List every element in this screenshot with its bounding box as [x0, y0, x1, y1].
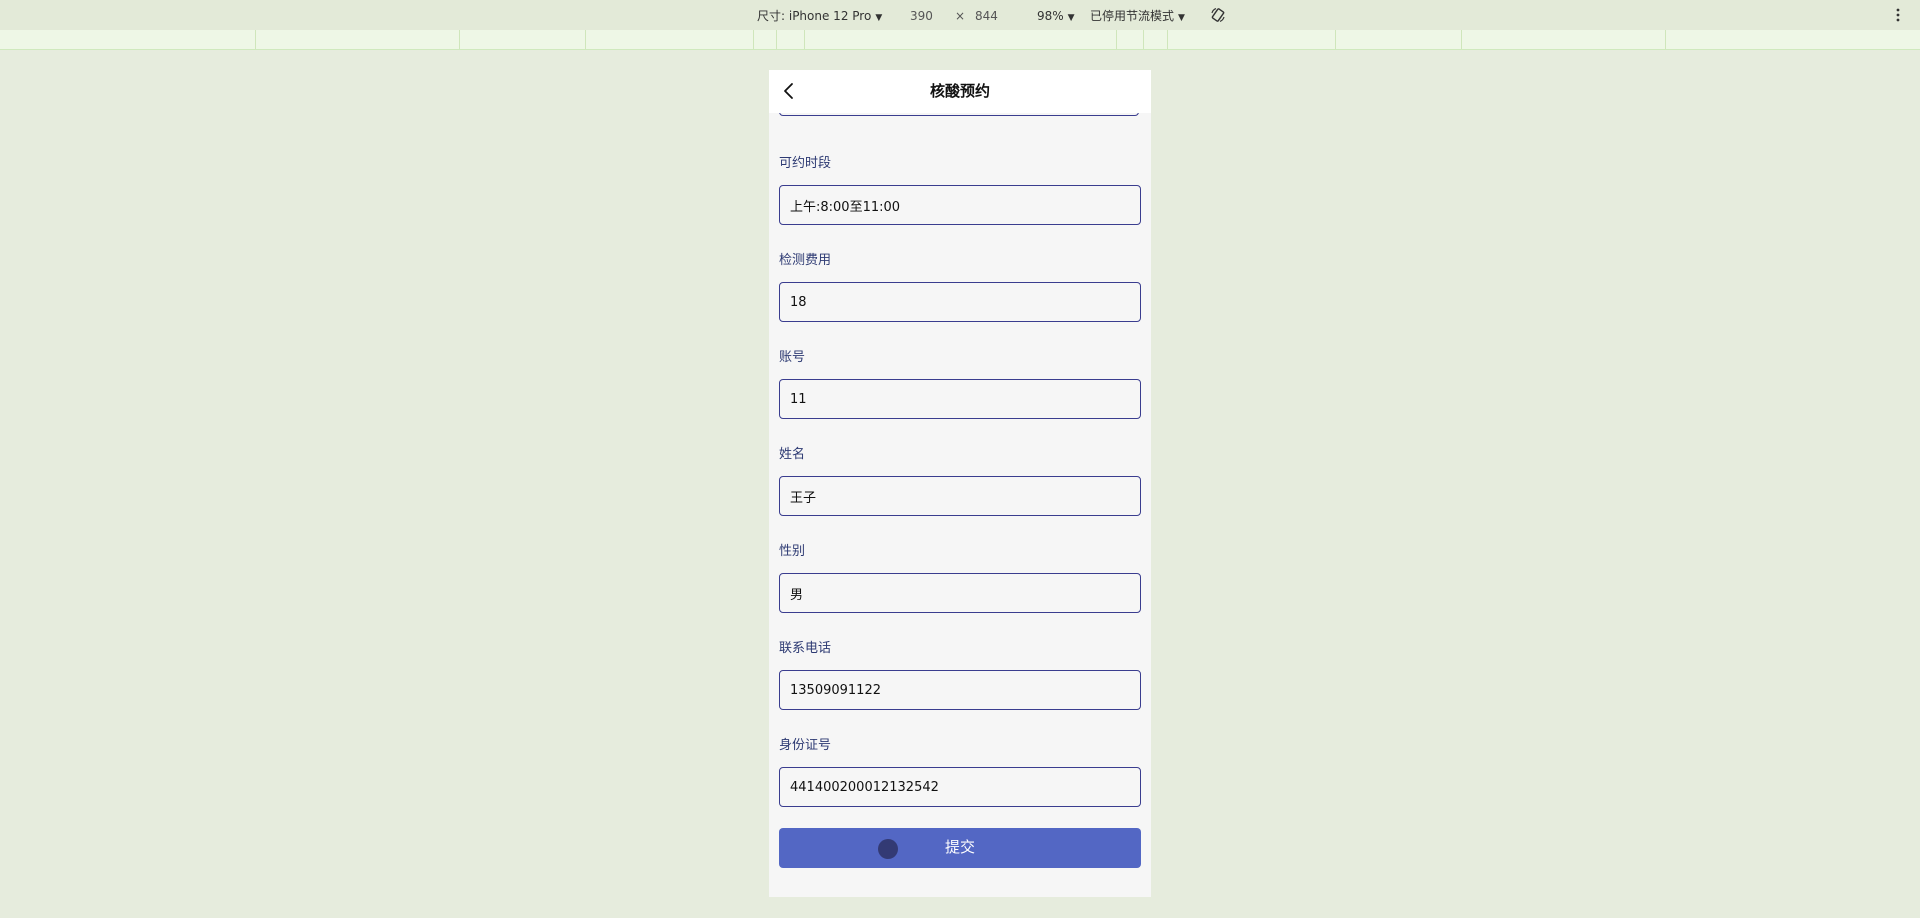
- rotate-icon[interactable]: [1210, 7, 1226, 23]
- ruler-mark: [1665, 30, 1666, 49]
- field-label-time-slot: 可约时段: [779, 156, 832, 171]
- field-label-gender: 性别: [779, 544, 806, 559]
- height-field[interactable]: 844: [975, 8, 998, 24]
- field-label-id-number: 身份证号: [779, 738, 832, 753]
- caret-down-icon: ▼: [1067, 13, 1075, 23]
- zoom-select[interactable]: 98% ▼: [1037, 8, 1075, 26]
- ruler-mark: [255, 30, 256, 49]
- more-options-icon[interactable]: [1896, 7, 1900, 23]
- account-input[interactable]: [779, 379, 1141, 419]
- field-label-phone: 联系电话: [779, 641, 832, 656]
- device-viewport: 核酸预约 可约时段 检测费用 账号 姓名 性别 联系电话 身份证号 提交: [769, 70, 1151, 897]
- time-slot-input[interactable]: [779, 185, 1141, 225]
- width-field[interactable]: 390: [910, 8, 933, 24]
- fee-input[interactable]: [779, 282, 1141, 322]
- times-symbol: ×: [955, 9, 966, 23]
- ruler-mark: [776, 30, 777, 49]
- throttle-select[interactable]: 已停用节流模式 ▼: [1090, 8, 1185, 26]
- field-label-name: 姓名: [779, 447, 806, 462]
- zoom-label: 98%: [1037, 9, 1064, 23]
- ruler-mark: [1143, 30, 1144, 49]
- media-query-ruler[interactable]: [0, 30, 1920, 50]
- throttle-label: 已停用节流模式: [1090, 9, 1175, 23]
- page-title: 核酸预约: [929, 82, 990, 100]
- gender-input[interactable]: [779, 573, 1141, 613]
- field-label-fee: 检测费用: [779, 253, 832, 268]
- caret-down-icon: ▼: [1178, 13, 1185, 23]
- ruler-mark: [1335, 30, 1336, 49]
- ruler-mark: [585, 30, 586, 49]
- phone-input[interactable]: [779, 670, 1141, 710]
- nav-bar: 核酸预约: [769, 70, 1151, 113]
- ruler-mark: [459, 30, 460, 49]
- ruler-mark: [1461, 30, 1462, 49]
- ruler-mark: [804, 30, 805, 49]
- back-arrow-icon[interactable]: [779, 81, 799, 101]
- submit-label: 提交: [944, 839, 975, 856]
- field-label-account: 账号: [779, 350, 806, 365]
- device-dimensions-select[interactable]: 尺寸: iPhone 12 Pro ▼: [757, 8, 882, 26]
- ruler-mark: [1167, 30, 1168, 49]
- id-number-input[interactable]: [779, 767, 1141, 807]
- devtools-toolbar: 尺寸: iPhone 12 Pro ▼ 390 × 844 98% ▼ 已停用节流模…: [0, 0, 1920, 31]
- device-dimensions-label: 尺寸: iPhone 12 Pro: [757, 9, 872, 23]
- ruler-mark: [753, 30, 754, 49]
- touch-cursor-indicator: [878, 839, 898, 859]
- submit-button[interactable]: 提交: [779, 828, 1141, 868]
- ruler-mark: [1116, 30, 1117, 49]
- caret-down-icon: ▼: [875, 13, 883, 23]
- name-input[interactable]: [779, 476, 1141, 516]
